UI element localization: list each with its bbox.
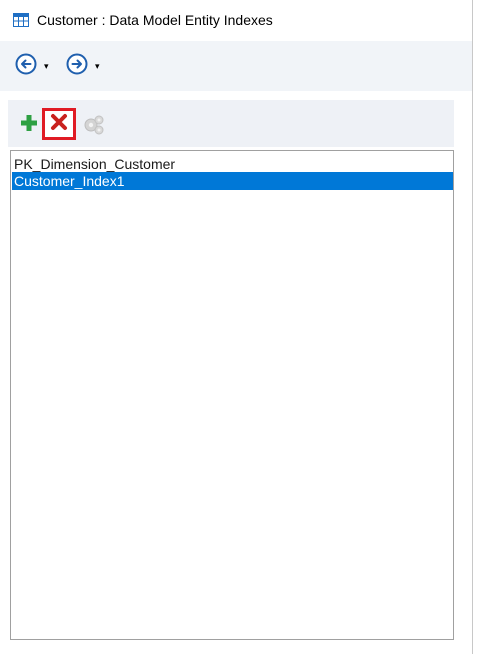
navigation-bar: ▾ ▾: [0, 41, 472, 91]
back-dropdown-icon[interactable]: ▾: [44, 61, 49, 71]
table-icon: [13, 13, 29, 27]
add-index-button[interactable]: [20, 114, 40, 134]
index-panel: PK_Dimension_Customer Customer_Index1: [8, 100, 454, 642]
window-title: Customer : Data Model Entity Indexes: [37, 12, 273, 28]
title-bar: Customer : Data Model Entity Indexes: [0, 0, 473, 41]
index-toolbar: [8, 100, 454, 147]
forward-arrow-icon: [66, 53, 88, 80]
window-border: [472, 0, 473, 654]
back-button[interactable]: ▾: [15, 53, 49, 80]
plus-icon: [20, 115, 38, 136]
back-arrow-icon: [15, 53, 37, 80]
index-properties-button[interactable]: [82, 113, 104, 135]
forward-button[interactable]: ▾: [66, 53, 100, 80]
index-list[interactable]: PK_Dimension_Customer Customer_Index1: [10, 150, 454, 640]
forward-dropdown-icon[interactable]: ▾: [95, 61, 100, 71]
properties-gear-icon: [82, 115, 106, 141]
list-item[interactable]: PK_Dimension_Customer: [12, 155, 453, 173]
delete-index-button[interactable]: [42, 108, 76, 140]
list-item-selected[interactable]: Customer_Index1: [12, 172, 453, 190]
delete-x-icon: [50, 113, 68, 136]
